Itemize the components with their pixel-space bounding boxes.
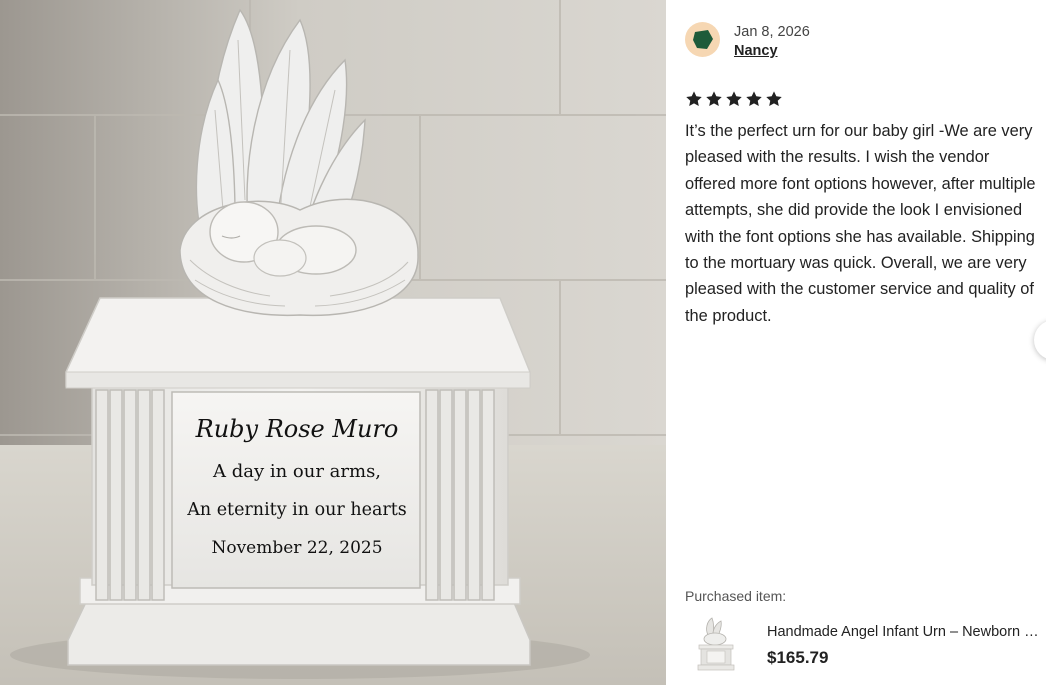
purchased-item-link[interactable]: Handmade Angel Infant Urn – Newborn Memo… — [685, 615, 1046, 677]
star-icon — [746, 91, 762, 107]
reviewer-name-link[interactable]: Nancy — [734, 41, 810, 61]
review-panel: Jan 8, 2026 Nancy It’s the perfect urn f… — [666, 0, 1046, 685]
star-icon — [726, 91, 742, 107]
avatar — [685, 22, 720, 57]
review-text: It’s the perfect urn for our baby girl -… — [685, 122, 1036, 325]
plaque-name: Ruby Rose Muro — [195, 415, 399, 443]
product-thumbnail — [685, 615, 747, 677]
avatar-shape-icon — [693, 30, 713, 49]
purchased-item-label: Purchased item: — [685, 588, 787, 604]
purchased-item-price: $165.79 — [767, 648, 829, 667]
star-icon — [686, 91, 702, 107]
review-photo: Ruby Rose Muro A day in our arms, An ete… — [0, 0, 666, 685]
urn-photo-illustration: Ruby Rose Muro A day in our arms, An ete… — [0, 0, 666, 685]
star-rating — [685, 90, 783, 108]
plaque-line-2: An eternity in our hearts — [186, 500, 407, 520]
plaque-line-1: A day in our arms, — [212, 461, 381, 482]
purchased-item-title[interactable]: Handmade Angel Infant Urn – Newborn Memo… — [767, 624, 1042, 640]
plaque-date: November 22, 2025 — [211, 538, 382, 558]
reviewer-header: Jan 8, 2026 Nancy — [685, 22, 810, 61]
star-icon — [766, 91, 782, 107]
review-date: Jan 8, 2026 — [734, 24, 810, 40]
star-icon — [706, 91, 722, 107]
